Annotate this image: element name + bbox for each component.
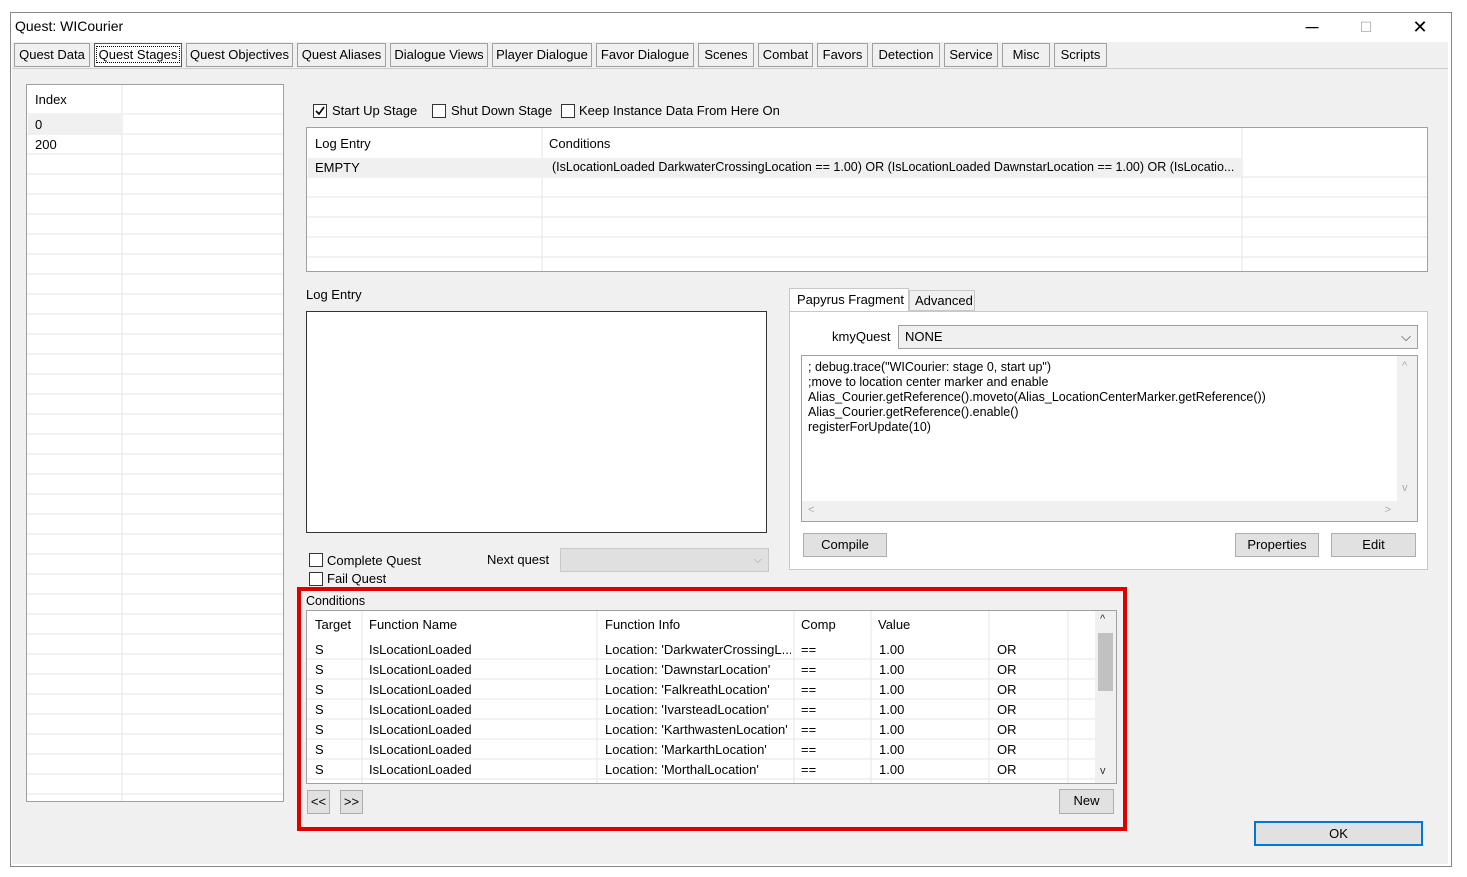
tab-service[interactable]: Service	[944, 43, 998, 67]
start-up-stage-checkbox[interactable]	[313, 104, 327, 118]
conditions-header[interactable]: Conditions	[549, 136, 610, 151]
index-header[interactable]: Index	[35, 92, 67, 107]
index-item[interactable]: 200	[35, 137, 57, 152]
shut-down-stage-label: Shut Down Stage	[451, 103, 553, 118]
papyrus-code-text[interactable]: ; debug.trace("WICourier: stage 0, start…	[808, 360, 1266, 435]
ok-button[interactable]: OK	[1254, 821, 1423, 846]
tab-favors[interactable]: Favors	[817, 43, 868, 67]
log-entry-cell[interactable]: EMPTY	[315, 160, 360, 175]
highlight-box	[297, 587, 1127, 831]
close-button[interactable]: ✕	[1405, 14, 1435, 40]
scroll-right-icon[interactable]: >	[1385, 504, 1391, 516]
tab-label: Quest Stages	[95, 46, 181, 63]
tab-quest-data[interactable]: Quest Data	[14, 43, 90, 67]
keep-instance-label: Keep Instance Data From Here On	[579, 103, 780, 118]
shut-down-stage-checkbox[interactable]	[432, 104, 446, 118]
edit-button[interactable]: Edit	[1331, 533, 1416, 557]
chevron-down-icon: ⌵	[753, 554, 762, 566]
log-entry-header[interactable]: Log Entry	[315, 136, 371, 151]
scroll-left-icon[interactable]: <	[808, 504, 814, 516]
complete-quest-label: Complete Quest	[327, 553, 421, 568]
kmyquest-value: NONE	[905, 329, 943, 344]
tab-papyrus-fragment-label: Papyrus Fragment	[797, 292, 904, 307]
next-quest-label: Next quest	[487, 552, 550, 567]
tab-quest-objectives[interactable]: Quest Objectives	[186, 43, 293, 67]
properties-button[interactable]: Properties	[1235, 533, 1319, 557]
complete-quest-checkbox[interactable]	[309, 553, 323, 567]
scroll-up-icon[interactable]: ^	[1402, 360, 1407, 372]
tab-detection[interactable]: Detection	[872, 43, 940, 67]
tab-combat[interactable]: Combat	[758, 43, 813, 67]
keep-instance-checkbox[interactable]	[561, 104, 575, 118]
check-icon	[315, 106, 325, 116]
stage-index-list[interactable]: Index 0 200	[26, 84, 284, 802]
tab-scenes[interactable]: Scenes	[698, 43, 754, 67]
log-entry-textbox[interactable]	[306, 311, 767, 533]
index-list-grid	[27, 85, 283, 801]
maximize-button[interactable]: ☐	[1351, 14, 1381, 40]
tab-advanced-label: Advanced	[915, 293, 973, 308]
kmyquest-label: kmyQuest	[832, 329, 891, 344]
tab-misc[interactable]: Misc	[1002, 43, 1050, 67]
index-item[interactable]: 0	[35, 117, 42, 132]
start-up-stage-label: Start Up Stage	[332, 103, 418, 118]
papyrus-code-editor[interactable]: ; debug.trace("WICourier: stage 0, start…	[801, 355, 1418, 522]
kmyquest-dropdown[interactable]: NONE ⌵	[898, 325, 1418, 349]
conditions-cell[interactable]: (IsLocationLoaded DarkwaterCrossingLocat…	[552, 160, 1238, 174]
chevron-down-icon: ⌵	[1401, 329, 1411, 344]
next-quest-dropdown[interactable]: ⌵	[560, 548, 769, 572]
log-table-grid	[307, 128, 1427, 271]
compile-button[interactable]: Compile	[803, 533, 887, 557]
log-entries-table[interactable]: Log Entry Conditions EMPTY (IsLocationLo…	[306, 127, 1428, 272]
fail-quest-label: Fail Quest	[327, 571, 387, 586]
window-title: Quest: WICourier	[15, 18, 124, 34]
tab-player-dialogue[interactable]: Player Dialogue	[492, 43, 592, 67]
tab-favor-dialogue[interactable]: Favor Dialogue	[596, 43, 694, 67]
horizontal-scrollbar[interactable]: < >	[802, 501, 1417, 521]
tab-scripts[interactable]: Scripts	[1054, 43, 1107, 67]
tab-advanced[interactable]: Advanced	[909, 290, 975, 311]
tab-quest-aliases[interactable]: Quest Aliases	[297, 43, 386, 67]
tab-dialogue-views[interactable]: Dialogue Views	[390, 43, 488, 67]
log-entry-label: Log Entry	[306, 287, 362, 302]
tab-papyrus-fragment[interactable]: Papyrus Fragment	[789, 288, 909, 312]
fail-quest-checkbox[interactable]	[309, 572, 323, 586]
vertical-scrollbar[interactable]: ^ v	[1397, 356, 1417, 501]
tab-quest-stages[interactable]: Quest Stages	[94, 43, 182, 67]
scroll-down-icon[interactable]: v	[1402, 482, 1408, 494]
minimize-button[interactable]: ─	[1297, 14, 1327, 40]
